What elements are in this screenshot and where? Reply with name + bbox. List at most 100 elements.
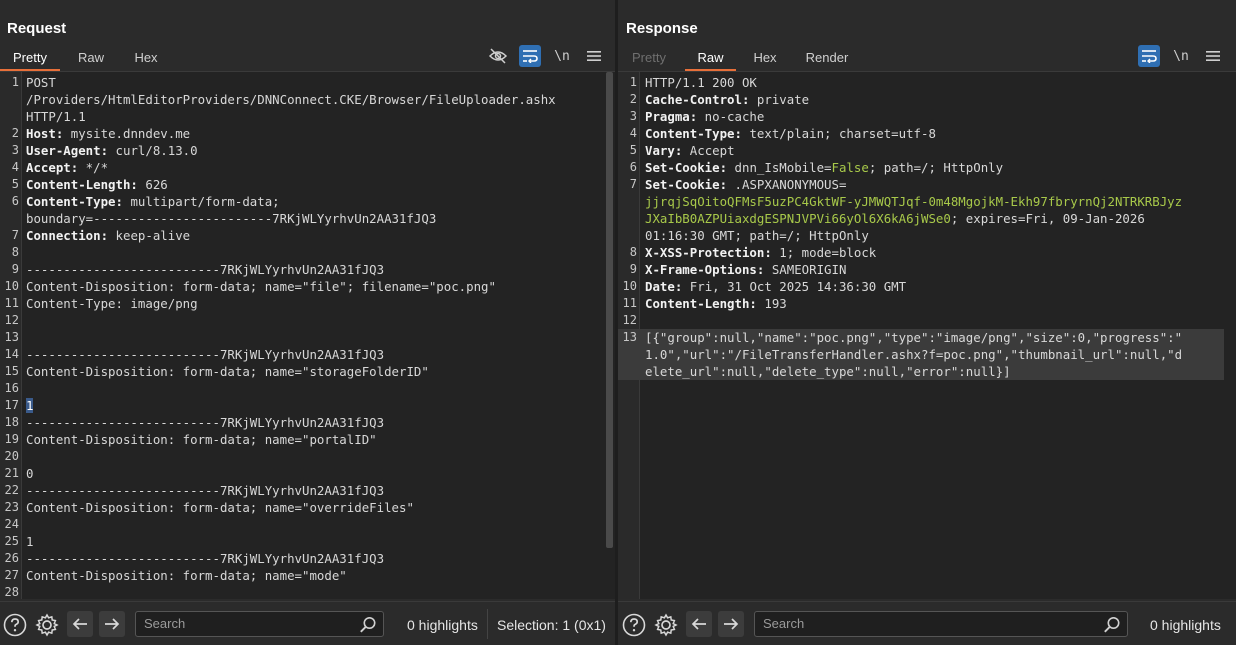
code-token: Accept xyxy=(682,143,735,158)
code-token: POST xyxy=(26,75,56,90)
help-button[interactable] xyxy=(621,612,647,638)
line-text: X-Frame-Options: SAMEORIGIN xyxy=(645,261,846,278)
response-search-input[interactable] xyxy=(763,616,963,631)
tab-raw[interactable]: Raw xyxy=(66,46,116,71)
line-number: 18 xyxy=(4,415,19,429)
line-number: 2 xyxy=(629,92,637,106)
line-number: 27 xyxy=(4,568,19,582)
line-text: --------------------------7RKjWLYyrhvUn2… xyxy=(26,482,384,499)
code-token: Date: xyxy=(645,279,683,294)
line-text: --------------------------7RKjWLYyrhvUn2… xyxy=(26,261,384,278)
bottom-separator xyxy=(487,609,488,639)
request-menu-button[interactable] xyxy=(583,45,605,67)
line-text: Content-Type: text/plain; charset=utf-8 xyxy=(645,125,936,142)
line-number: 21 xyxy=(4,466,19,480)
code-token: ; expires=Fri, 09-Jan-2026 xyxy=(950,211,1145,226)
code-token: --------------------------7RKjWLYyrhvUn2… xyxy=(26,415,385,430)
next-match-button[interactable] xyxy=(718,611,744,637)
search-icon[interactable] xyxy=(359,616,377,634)
code-token: text/plain; charset=utf-8 xyxy=(741,126,936,141)
settings-button[interactable] xyxy=(653,612,679,638)
response-menu-button[interactable] xyxy=(1202,45,1224,67)
line-number: 9 xyxy=(629,262,637,276)
code-token: SAMEORIGIN xyxy=(764,262,847,277)
code-token: 626 xyxy=(137,177,168,192)
code-line: jjrqjSqOitoQFMsF5uzPC4GktWF-yJMWQTJqf-0m… xyxy=(618,193,1224,210)
wrap-lines-button[interactable] xyxy=(1138,45,1160,67)
code-token: Host: xyxy=(26,126,64,141)
tab-hex[interactable]: Hex xyxy=(122,46,170,71)
request-scrollbar[interactable] xyxy=(606,72,613,548)
code-token: Fri, 31 Oct 2025 14:36:30 GMT xyxy=(682,279,907,294)
code-token: Set-Cookie: xyxy=(645,160,728,175)
arrow-right-icon xyxy=(105,618,120,630)
line-number: 1 xyxy=(11,75,19,89)
request-editor[interactable]: 1 POST/Providers/HtmlEditorProviders/DNNC… xyxy=(0,71,615,599)
line-text: POST xyxy=(26,74,56,91)
line-text: [{"group":null,"name":"poc.png","type":"… xyxy=(645,329,1182,346)
code-token: Content-Length: xyxy=(26,177,138,192)
help-icon xyxy=(622,613,646,637)
tab-hex[interactable]: Hex xyxy=(742,46,788,71)
line-number: 15 xyxy=(4,364,19,378)
code-token: Content-Type: xyxy=(645,126,742,141)
response-editor[interactable]: 1 HTTP/1.1 200 OK 2 Cache-Control: private 3… xyxy=(618,71,1236,599)
code-token: Content-Type: image/png xyxy=(26,296,198,311)
wrap-lines-button[interactable] xyxy=(519,45,541,67)
code-line: JXaIbB0AZPUiaxdgESPNJVPVi66yOl6X6kA6jWSe… xyxy=(618,210,1224,227)
code-token: jjrqjSqOitoQFMsF5uzPC4GktWF-yJMWQTJqf-0m… xyxy=(645,194,1183,209)
line-number: 14 xyxy=(4,347,19,361)
code-token: 1 xyxy=(26,398,34,413)
line-number: 13 xyxy=(4,330,19,344)
settings-button[interactable] xyxy=(34,612,60,638)
previous-match-button[interactable] xyxy=(686,611,712,637)
code-line: 12 xyxy=(618,312,1224,329)
code-token: 0 xyxy=(26,466,34,481)
line-number: 20 xyxy=(4,449,19,463)
code-token: X-XSS-Protection: xyxy=(645,245,772,260)
line-number: 22 xyxy=(4,483,19,497)
code-line: 11 Content-Length: 193 xyxy=(618,295,1224,312)
hide-nonprinting-button[interactable] xyxy=(487,45,509,67)
line-text: Content-Type: image/png xyxy=(26,295,198,312)
line-number: 5 xyxy=(629,143,637,157)
line-text: 0 xyxy=(26,465,33,482)
line-number: 7 xyxy=(629,177,637,191)
response-pane: Response Pretty Raw Hex Render \n 1 HTTP/… xyxy=(618,0,1236,645)
code-token: 1 xyxy=(26,534,34,549)
line-number: 4 xyxy=(11,160,19,174)
show-newlines-button[interactable]: \n xyxy=(551,45,573,67)
arrow-left-icon xyxy=(691,618,706,630)
code-token: ; path=/; HttpOnly xyxy=(868,160,1004,175)
line-text: Connection: keep-alive xyxy=(26,227,190,244)
help-button[interactable] xyxy=(2,612,28,638)
tab-render[interactable]: Render xyxy=(796,46,858,71)
line-text: User-Agent: curl/8.13.0 xyxy=(26,142,198,159)
show-newlines-button[interactable]: \n xyxy=(1170,45,1192,67)
previous-match-button[interactable] xyxy=(67,611,93,637)
tab-raw[interactable]: Raw xyxy=(685,46,736,71)
line-text: --------------------------7RKjWLYyrhvUn2… xyxy=(26,346,384,363)
line-text: Content-Disposition: form-data; name="mo… xyxy=(26,567,347,584)
code-line: 1.0","url":"/FileTransferHandler.ashx?f=… xyxy=(618,346,1224,363)
code-token: --------------------------7RKjWLYyrhvUn2… xyxy=(26,347,385,362)
request-search-input[interactable] xyxy=(144,616,344,631)
code-token: Connection: xyxy=(26,228,109,243)
search-icon[interactable] xyxy=(1103,616,1121,634)
next-match-button[interactable] xyxy=(99,611,125,637)
line-text: 01:16:30 GMT; path=/; HttpOnly xyxy=(645,227,869,244)
line-text: elete_url":null,"delete_type":null,"erro… xyxy=(645,363,1011,380)
code-token: 01:16:30 GMT; path=/; HttpOnly xyxy=(645,228,869,243)
code-token: Content-Disposition: form-data; name="mo… xyxy=(26,568,347,583)
line-number: 9 xyxy=(11,262,19,276)
code-token: Content-Length: xyxy=(645,296,757,311)
code-token: HTTP/1.1 xyxy=(26,109,86,124)
line-number: 8 xyxy=(629,245,637,259)
code-token: Pragma: xyxy=(645,109,698,124)
code-line: 6 Set-Cookie: dnn_IsMobile=False; path=/;… xyxy=(618,159,1224,176)
tab-pretty[interactable]: Pretty xyxy=(0,46,60,71)
line-text: Pragma: no-cache xyxy=(645,108,764,125)
selection-info: Selection: 1 (0x1) xyxy=(497,617,606,633)
wrap-icon xyxy=(523,50,538,63)
code-token: /Providers/HtmlEditorProviders/DNNConnec… xyxy=(26,92,556,107)
